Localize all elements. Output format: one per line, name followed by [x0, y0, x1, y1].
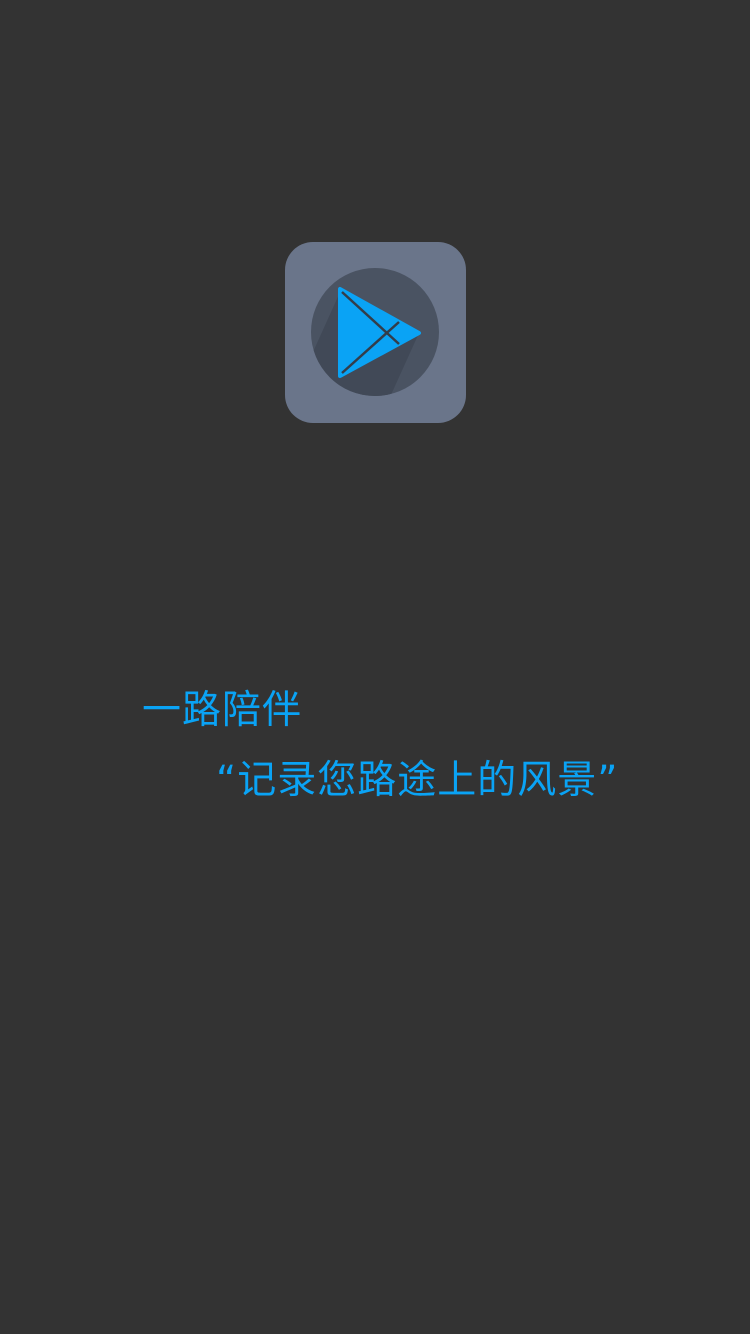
app-logo [285, 242, 466, 423]
quote-text: “记录您路途上的风景” [216, 758, 619, 803]
play-icon [311, 268, 439, 396]
splash-screen: 一路陪伴 “记录您路途上的风景” [0, 0, 750, 1334]
tagline-text: 一路陪伴 [142, 688, 303, 733]
